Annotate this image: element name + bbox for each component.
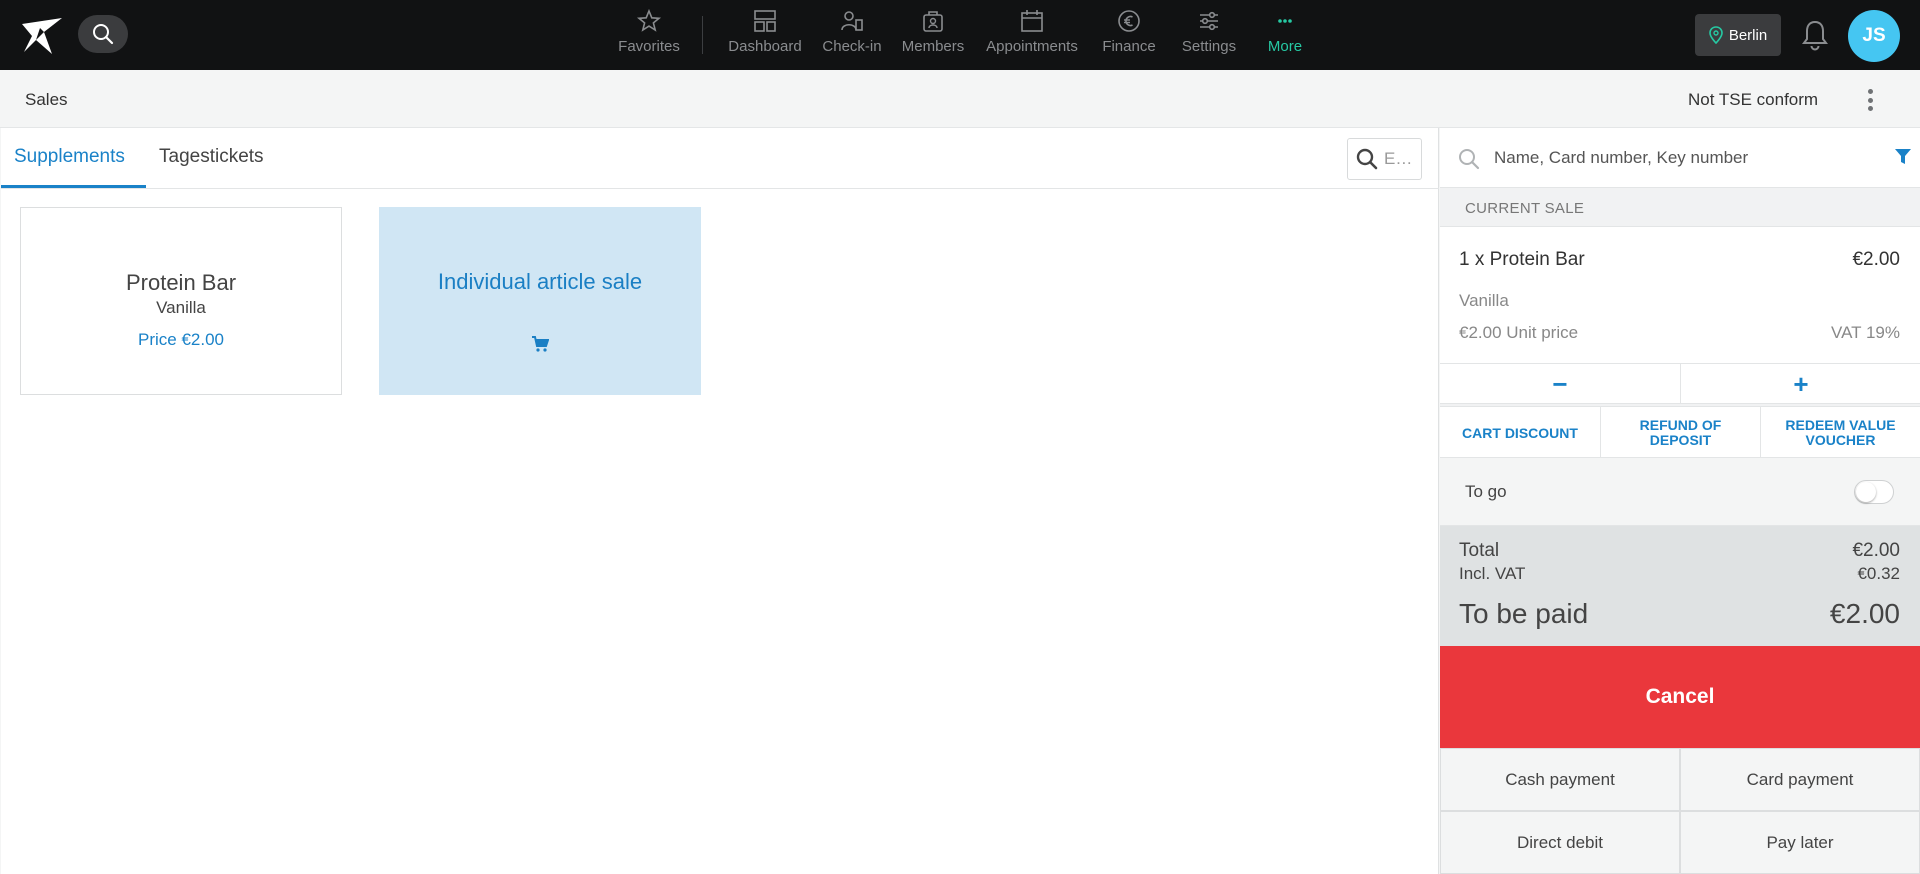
cash-payment-button[interactable]: Cash payment bbox=[1440, 748, 1680, 811]
current-sale-heading: CURRENT SALE bbox=[1465, 200, 1585, 217]
product-price: Price €2.00 bbox=[138, 330, 224, 349]
cancel-sale-button[interactable]: Cancel bbox=[1440, 646, 1920, 748]
to-go-toggle[interactable] bbox=[1854, 480, 1894, 504]
vat-label: Incl. VAT bbox=[1459, 564, 1526, 583]
star-icon bbox=[636, 8, 662, 32]
more-icon bbox=[1278, 19, 1292, 23]
filter-icon[interactable] bbox=[1895, 148, 1911, 166]
increase-quantity-button[interactable]: + bbox=[1681, 364, 1920, 404]
search-icon bbox=[93, 24, 114, 45]
nav-label: Check-in bbox=[822, 38, 882, 55]
cart-actions: CART DISCOUNT REFUND OF DEPOSIT REDEEM V… bbox=[1440, 406, 1920, 459]
refund-deposit-button[interactable]: REFUND OF DEPOSIT bbox=[1601, 407, 1760, 459]
pay-later-button[interactable]: Pay later bbox=[1680, 811, 1920, 874]
global-search-button[interactable] bbox=[78, 15, 128, 53]
nav-check-in[interactable]: Check-in bbox=[818, 8, 886, 62]
vat-value: €0.32 bbox=[1857, 564, 1900, 583]
customer-search-placeholder: Name, Card number, Key number bbox=[1494, 148, 1749, 167]
user-avatar[interactable]: JS bbox=[1848, 10, 1900, 62]
article-search-placeholder: E… bbox=[1384, 149, 1413, 168]
search-icon bbox=[1356, 148, 1378, 170]
product-card[interactable]: Protein Bar Vanilla Price €2.00 bbox=[20, 207, 342, 395]
notification-bell-icon[interactable] bbox=[1800, 18, 1830, 52]
to-go-row: To go bbox=[1440, 458, 1920, 526]
category-tabs: Supplements Tagestickets E… bbox=[1, 128, 1439, 189]
location-selector[interactable]: Berlin bbox=[1695, 14, 1781, 56]
cart-discount-button[interactable]: CART DISCOUNT bbox=[1440, 407, 1600, 459]
brand-logo-icon[interactable] bbox=[18, 14, 64, 56]
top-navigation-bar: Favorites Dashboard Check-in Members App… bbox=[0, 0, 1920, 70]
direct-debit-button[interactable]: Direct debit bbox=[1440, 811, 1680, 874]
toggle-knob bbox=[1856, 482, 1876, 502]
line-item-vat: VAT 19% bbox=[1831, 323, 1900, 342]
nav-dashboard[interactable]: Dashboard bbox=[724, 8, 806, 62]
tab-supplements[interactable]: Supplements bbox=[14, 146, 125, 168]
line-item-variant: Vanilla bbox=[1459, 291, 1509, 310]
line-item-name: 1 x Protein Bar bbox=[1459, 249, 1585, 270]
line-item-total: €2.00 bbox=[1852, 249, 1900, 270]
page-header: Sales Not TSE conform bbox=[0, 70, 1920, 128]
location-pin-icon bbox=[1709, 26, 1723, 44]
nav-label: Favorites bbox=[618, 38, 680, 55]
location-label: Berlin bbox=[1728, 26, 1768, 44]
page-title: Sales bbox=[25, 90, 68, 109]
individual-sale-label: Individual article sale bbox=[437, 269, 643, 294]
nav-appointments[interactable]: Appointments bbox=[980, 8, 1084, 62]
line-item-unit-price: €2.00 Unit price bbox=[1459, 323, 1579, 342]
quantity-stepper: − + bbox=[1440, 363, 1920, 404]
members-icon bbox=[923, 11, 943, 32]
individual-article-sale-card[interactable]: Individual article sale bbox=[379, 207, 701, 395]
articles-panel: Supplements Tagestickets E… Protein Bar … bbox=[1, 128, 1439, 874]
card-payment-button[interactable]: Card payment bbox=[1680, 748, 1920, 811]
kebab-menu-icon[interactable] bbox=[1862, 86, 1878, 114]
dashboard-icon bbox=[754, 10, 776, 32]
to-go-label: To go bbox=[1465, 482, 1507, 501]
nav-label: Finance bbox=[1102, 38, 1156, 55]
total-label: Total bbox=[1459, 540, 1500, 561]
nav-finance[interactable]: Finance bbox=[1096, 8, 1162, 62]
customer-search-input[interactable]: Name, Card number, Key number bbox=[1440, 128, 1920, 188]
product-name: Protein Bar bbox=[125, 270, 237, 295]
active-tab-indicator bbox=[1, 185, 146, 188]
tab-tagestickets[interactable]: Tagestickets bbox=[159, 146, 264, 168]
totals-summary: Total €2.00 Incl. VAT €0.32 To be paid €… bbox=[1440, 526, 1920, 646]
nav-label: Appointments bbox=[986, 38, 1078, 55]
check-in-icon bbox=[841, 11, 863, 31]
to-be-paid-label: To be paid bbox=[1459, 598, 1589, 629]
tse-status: Not TSE conform bbox=[1688, 90, 1819, 109]
nav-label: Settings bbox=[1181, 38, 1237, 55]
product-variant: Vanilla bbox=[156, 298, 206, 317]
nav-favorites[interactable]: Favorites bbox=[614, 8, 684, 62]
sale-line-item[interactable]: 1 x Protein Bar €2.00 Vanilla €2.00 Unit… bbox=[1440, 226, 1920, 404]
decrease-quantity-button[interactable]: − bbox=[1440, 364, 1680, 404]
nav-divider bbox=[702, 16, 703, 54]
nav-label: More bbox=[1267, 38, 1303, 55]
nav-label: Dashboard bbox=[728, 38, 802, 55]
nav-more[interactable]: More bbox=[1260, 8, 1310, 62]
calendar-icon bbox=[1021, 10, 1043, 32]
total-value: €2.00 bbox=[1852, 540, 1900, 561]
sliders-icon bbox=[1200, 11, 1218, 31]
nav-settings[interactable]: Settings bbox=[1174, 8, 1244, 62]
search-icon bbox=[1459, 149, 1480, 170]
article-search-input[interactable]: E… bbox=[1347, 138, 1422, 180]
to-be-paid-value: €2.00 bbox=[1829, 598, 1900, 629]
redeem-voucher-button[interactable]: REDEEM VALUE VOUCHER bbox=[1761, 407, 1920, 459]
nav-label: Members bbox=[901, 38, 965, 55]
nav-members[interactable]: Members bbox=[898, 8, 968, 62]
shopping-cart-icon bbox=[532, 336, 549, 352]
current-sale-panel: Name, Card number, Key number CURRENT SA… bbox=[1440, 128, 1920, 874]
euro-icon bbox=[1118, 10, 1140, 32]
